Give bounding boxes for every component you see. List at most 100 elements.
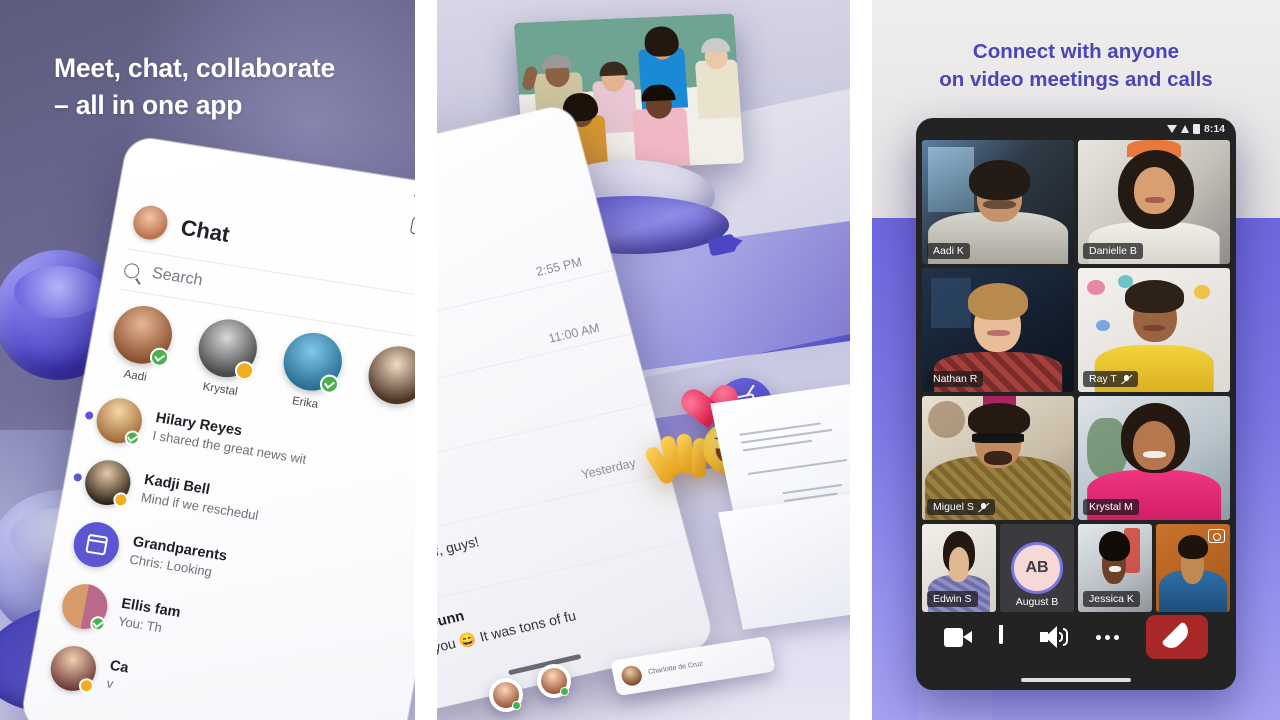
status-badge <box>112 491 130 509</box>
avatar <box>619 664 644 688</box>
wifi-icon <box>412 194 415 205</box>
participant-label: Edwin S <box>927 591 978 607</box>
avatar <box>73 456 135 509</box>
marketing-screenshot-strip: Meet, chat, collaborate – all in one app… <box>0 0 1280 720</box>
participant-row: Nathan R Ray T <box>922 268 1230 392</box>
clock-time: 8:14 <box>1203 123 1225 135</box>
unread-dot <box>84 410 94 420</box>
status-badge <box>89 615 107 633</box>
home-indicator <box>1021 678 1131 682</box>
recent-contact[interactable]: Erika <box>267 328 354 424</box>
search-icon <box>123 261 141 279</box>
speaker-button[interactable] <box>1040 626 1069 648</box>
hang-up-button[interactable] <box>1146 615 1209 659</box>
participant-label: Danielle B <box>1083 243 1143 259</box>
avatar <box>363 342 415 409</box>
participant-grid: Aadi K Danielle B Nathan R Ray T Miguel … <box>922 140 1230 630</box>
status-bar: 8:14 <box>412 193 415 215</box>
chat-list: Hilary Reyes I shared the great news wit… <box>39 385 415 720</box>
calendar-group-avatar <box>69 518 123 571</box>
status-badge <box>123 429 142 447</box>
participant-tile[interactable]: Jessica K <box>1078 524 1152 612</box>
panel-divider <box>415 0 437 720</box>
participant-tile[interactable]: AB August B <box>1000 524 1074 612</box>
avatar <box>489 678 523 712</box>
speaker-icon <box>1040 626 1069 648</box>
contact-name: Krystal <box>201 380 239 399</box>
recent-contact[interactable] <box>352 341 415 437</box>
message-text: s great stuff, guys! <box>437 533 481 574</box>
contact-name: Erika <box>291 395 320 412</box>
headline-line-2: on video meetings and calls <box>939 67 1213 91</box>
mute-icon <box>1121 374 1132 385</box>
participant-name: Jessica K <box>1089 593 1134 605</box>
avatar <box>84 395 146 447</box>
participant-tile[interactable]: Aadi K <box>922 140 1074 264</box>
video-camera-icon[interactable] <box>409 216 415 237</box>
camera-toggle-icon[interactable] <box>1208 529 1225 543</box>
participant-tile[interactable] <box>1156 524 1230 612</box>
camera-toggle-button[interactable] <box>943 627 972 647</box>
mute-button[interactable] <box>999 625 1013 649</box>
microphone-icon <box>999 625 1013 649</box>
phone-mockup-video-call: 8:14 Aadi K Danielle B Nathan R Ray T Mi… <box>916 118 1236 690</box>
participant-name: Danielle B <box>1089 245 1137 257</box>
contact-name: Aadi <box>122 368 148 384</box>
participant-tile[interactable]: Krystal M <box>1078 396 1230 520</box>
panel3-headline: Connect with anyone on video meetings an… <box>872 38 1280 93</box>
participant-label: Aadi K <box>927 243 970 259</box>
signal-icon <box>1180 125 1189 133</box>
unread-dot <box>73 472 83 482</box>
calendar-icon <box>84 533 108 556</box>
recent-contact[interactable]: Aadi <box>97 301 184 397</box>
status-badge <box>77 677 96 695</box>
participant-tile[interactable]: Nathan R <box>922 268 1074 392</box>
contact-name: Charlotte de Cruz <box>647 660 704 676</box>
participant-name: Nathan R <box>933 373 978 385</box>
participant-tile[interactable]: Edwin S <box>922 524 996 612</box>
hang-up-icon <box>1161 621 1193 653</box>
participant-label: Krystal M <box>1083 499 1139 515</box>
status-bar: 8:14 <box>1166 123 1225 135</box>
avatar <box>58 580 112 633</box>
more-options-icon <box>1095 634 1119 640</box>
call-controls <box>916 606 1236 668</box>
participant-row: Edwin S AB August B Jessica K <box>922 524 1230 612</box>
participant-label: Miguel S <box>927 499 995 515</box>
participant-tile[interactable]: Danielle B <box>1078 140 1230 264</box>
mute-icon <box>978 502 989 513</box>
chat-name: Ca <box>108 657 130 677</box>
participant-name: Aadi K <box>933 245 964 257</box>
recent-contact[interactable]: Krystal <box>182 314 269 410</box>
panel-chat-collaborate: Meet, chat, collaborate – all in one app… <box>0 0 415 720</box>
message-time: 2:55 PM <box>534 254 584 279</box>
headline-line-1: Connect with anyone <box>972 40 1180 63</box>
message-time: Yesterday <box>579 455 638 482</box>
panel1-headline: Meet, chat, collaborate – all in one app <box>54 50 384 123</box>
chat-preview: v <box>105 675 115 692</box>
search-placeholder: Search <box>150 264 204 290</box>
page-title: Chat <box>178 214 232 247</box>
panel-message-thread: 2:55 PM ad! 11:00 AM Miss you! rward to … <box>437 0 850 720</box>
battery-icon <box>1192 124 1200 134</box>
video-camera-icon <box>943 627 972 647</box>
avatar: AB <box>1011 542 1063 594</box>
avatar[interactable] <box>130 203 171 243</box>
participant-label: Jessica K <box>1083 591 1140 607</box>
participant-row: Miguel S Krystal M <box>922 396 1230 520</box>
participant-name: Krystal M <box>1089 501 1133 513</box>
participant-tile[interactable]: Miguel S <box>922 396 1074 520</box>
avatar <box>47 642 100 695</box>
decor-document-secondary <box>718 490 850 630</box>
participant-tile[interactable]: Ray T <box>1078 268 1230 392</box>
participant-name: Ray T <box>1089 373 1117 385</box>
avatar-initials: AB <box>1025 559 1049 576</box>
participant-row: Aadi K Danielle B <box>922 140 1230 264</box>
avatar <box>537 664 571 698</box>
headline-line-2: – all in one app <box>54 89 243 120</box>
panel-divider <box>850 0 872 720</box>
participant-label: Ray T <box>1083 371 1138 387</box>
participant-name: Edwin S <box>933 593 972 605</box>
more-options-button[interactable] <box>1095 634 1119 640</box>
panel-video-call: Connect with anyone on video meetings an… <box>872 0 1280 720</box>
